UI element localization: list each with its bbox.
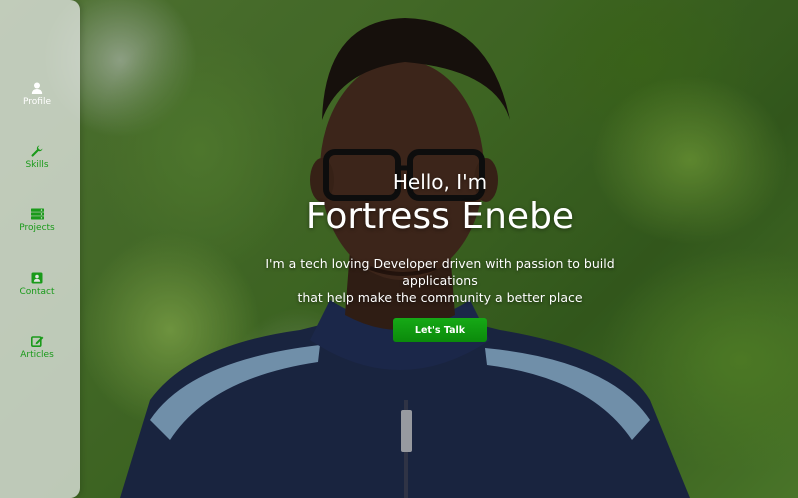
- tagline-line-1: I'm a tech loving Developer driven with …: [265, 256, 615, 288]
- lets-talk-button[interactable]: Let's Talk: [393, 318, 487, 342]
- nav-item-profile[interactable]: Profile: [0, 82, 74, 107]
- wrench-icon: [31, 145, 43, 157]
- nav-label-articles: Articles: [20, 350, 54, 360]
- hero-content: Hello, I'm Fortress Enebe I'm a tech lov…: [0, 170, 798, 342]
- user-icon: [31, 82, 43, 94]
- nav-label-profile: Profile: [23, 97, 51, 107]
- tagline-line-2: that help make the community a better pl…: [297, 290, 583, 305]
- hero-name: Fortress Enebe: [305, 196, 575, 237]
- nav-label-skills: Skills: [25, 160, 49, 170]
- hero-greeting: Hello, I'm: [392, 170, 488, 194]
- nav-item-skills[interactable]: Skills: [0, 145, 74, 170]
- hero-tagline: I'm a tech loving Developer driven with …: [230, 255, 650, 306]
